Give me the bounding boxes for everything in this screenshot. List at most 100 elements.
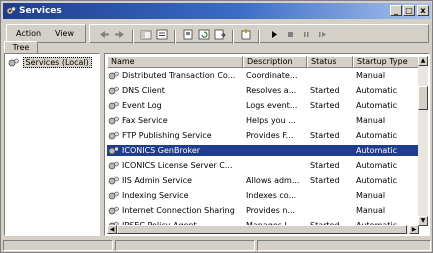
row-name: DNS Client: [122, 86, 165, 95]
row-name: ICONICS License Server C...: [122, 161, 233, 170]
service-gear-icon: [108, 191, 119, 200]
export-list-icon[interactable]: [214, 29, 226, 40]
column-header-startup-type[interactable]: Startup Type: [353, 56, 419, 68]
row-startup-type: Automatic: [356, 176, 398, 185]
row-description: Resolves a...: [246, 86, 297, 95]
row-startup-type: Manual: [356, 206, 386, 215]
service-gear-icon: [108, 176, 119, 185]
title-bar[interactable]: Services _ □ x: [3, 3, 431, 19]
action-menu[interactable]: Action: [16, 29, 41, 38]
service-row[interactable]: Event Log Logs event... Started Automatic: [107, 100, 421, 111]
scroll-right-button[interactable]: ▶: [409, 225, 419, 234]
scroll-thumb[interactable]: [418, 86, 428, 110]
scroll-down-button[interactable]: ▼: [418, 216, 428, 226]
row-startup-type: Manual: [356, 191, 386, 200]
row-name: Internet Connection Sharing: [122, 206, 235, 215]
service-row[interactable]: DNS Client Resolves a... Started Automatic: [107, 85, 421, 96]
row-status: Started: [310, 161, 340, 170]
service-gear-icon: [108, 206, 119, 215]
row-description: Provides F...: [246, 131, 294, 140]
start-service-icon[interactable]: [268, 29, 280, 40]
refresh-icon[interactable]: [198, 29, 210, 40]
window-title: Services: [19, 6, 62, 16]
column-header-status[interactable]: Status: [307, 56, 353, 68]
status-cell: [115, 240, 255, 251]
scroll-up-button[interactable]: ▲: [418, 56, 428, 66]
row-description: Allows adm...: [246, 176, 300, 185]
row-description: Logs event...: [246, 101, 298, 110]
services-list: Name Description Status Startup Type Dis…: [104, 53, 430, 236]
row-name: IIS Admin Service: [122, 176, 192, 185]
service-row[interactable]: Internet Connection Sharing Provides n...…: [107, 205, 421, 216]
toolbar-separator: [132, 30, 134, 44]
service-gear-icon: [108, 161, 119, 170]
restart-service-icon[interactable]: [316, 29, 328, 40]
tree-pane: Services (Local): [4, 53, 100, 236]
row-status: Started: [310, 176, 340, 185]
service-row[interactable]: Fax Service Helps you ... Manual: [107, 115, 421, 126]
toolbar-separator: [174, 30, 176, 44]
row-name: Fax Service: [122, 116, 168, 125]
row-status: Started: [310, 131, 340, 140]
back-icon[interactable]: [98, 29, 110, 40]
service-row[interactable]: FTP Publishing Service Provides F... Start…: [107, 130, 421, 141]
service-row[interactable]: IIS Admin Service Allows adm... Started Aut…: [107, 175, 421, 186]
hscroll-thumb[interactable]: [117, 225, 407, 234]
vertical-scrollbar[interactable]: ▲ ▼: [418, 56, 428, 226]
forward-icon[interactable]: [114, 29, 126, 40]
horizontal-scrollbar[interactable]: ◀ ▶: [107, 225, 419, 234]
minimize-button[interactable]: _: [390, 5, 402, 16]
service-gear-icon: [108, 146, 119, 155]
service-row[interactable]: Indexing Service Indexes co... Manual: [107, 190, 421, 201]
services-gear-icon: [8, 58, 19, 67]
help-icon[interactable]: [240, 29, 252, 40]
properties-icon[interactable]: [182, 29, 194, 40]
service-gear-icon: [108, 86, 119, 95]
row-status: Started: [310, 101, 340, 110]
service-gear-icon: [108, 101, 119, 110]
service-row[interactable]: Distributed Transaction Co... Coordinate.…: [107, 70, 421, 81]
status-bar: [3, 239, 431, 252]
service-row[interactable]: ICONICS GenBroker Automatic: [107, 145, 421, 156]
column-header-description[interactable]: Description: [243, 56, 307, 68]
tree-item-label: Services (Local): [22, 57, 92, 68]
row-name: FTP Publishing Service: [122, 131, 212, 140]
status-cell: [3, 240, 113, 251]
status-cell: [257, 240, 431, 251]
row-startup-type: Automatic: [356, 86, 398, 95]
show-hide-tree-icon[interactable]: [156, 29, 168, 40]
toolbar: Action View: [3, 21, 431, 47]
row-startup-type: Automatic: [356, 101, 398, 110]
pause-service-icon[interactable]: [300, 29, 312, 40]
toolbar-separator: [258, 30, 260, 44]
row-name: Indexing Service: [122, 191, 189, 200]
services-app-icon: [6, 6, 16, 15]
row-description: Helps you ...: [246, 116, 296, 125]
row-description: Coordinate...: [246, 71, 298, 80]
row-startup-type: Manual: [356, 71, 386, 80]
stop-service-icon[interactable]: [284, 29, 296, 40]
column-header-name[interactable]: Name: [107, 56, 243, 68]
up-icon[interactable]: [140, 29, 152, 40]
toolbar-separator: [232, 30, 234, 44]
view-menu[interactable]: View: [55, 29, 74, 38]
maximize-button[interactable]: □: [403, 5, 415, 16]
row-startup-type: Manual: [356, 116, 386, 125]
row-startup-type: Automatic: [356, 131, 398, 140]
row-status: Started: [310, 86, 340, 95]
row-description: Indexes co...: [246, 191, 297, 200]
service-row[interactable]: ICONICS License Server C... Started Automa…: [107, 160, 421, 171]
row-name: ICONICS GenBroker: [122, 146, 201, 155]
close-button[interactable]: x: [417, 5, 429, 16]
row-name: Distributed Transaction Co...: [122, 71, 236, 80]
scroll-left-button[interactable]: ◀: [107, 225, 117, 234]
icon-group: [89, 24, 429, 44]
service-gear-icon: [108, 116, 119, 125]
tree-item-services-local[interactable]: Services (Local): [8, 57, 92, 68]
row-name: Event Log: [122, 101, 162, 110]
row-description: Provides n...: [246, 206, 296, 215]
services-window: Services _ □ x Action View Tree Services…: [0, 0, 433, 253]
service-gear-icon: [108, 71, 119, 80]
service-gear-icon: [108, 131, 119, 140]
row-startup-type: Automatic: [356, 146, 398, 155]
